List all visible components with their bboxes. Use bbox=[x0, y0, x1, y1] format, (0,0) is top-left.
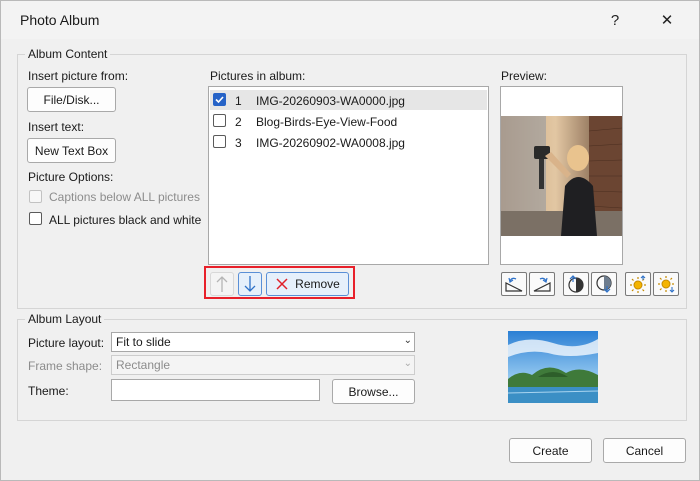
black-white-label: ALL pictures black and white bbox=[49, 213, 202, 227]
chevron-down-icon: ⌄ bbox=[403, 335, 412, 346]
brightness-down-icon bbox=[658, 276, 675, 293]
title-bar: Photo Album ? ✕ bbox=[1, 1, 699, 39]
remove-button-label: Remove bbox=[295, 277, 340, 291]
new-text-box-button-label: New Text Box bbox=[34, 143, 109, 158]
brightness-up-icon bbox=[630, 275, 646, 293]
increase-brightness-button[interactable] bbox=[625, 272, 651, 296]
move-up-button[interactable] bbox=[210, 272, 234, 296]
browse-button[interactable]: Browse... bbox=[332, 379, 415, 404]
file-disk-button-label: File/Disk... bbox=[43, 92, 100, 107]
browse-button-label: Browse... bbox=[348, 384, 399, 399]
cancel-button[interactable]: Cancel bbox=[603, 438, 686, 463]
rotate-left-icon bbox=[505, 277, 523, 292]
picture-checkbox-2[interactable] bbox=[213, 114, 226, 127]
picture-number: 2 bbox=[235, 115, 242, 129]
frame-shape-dropdown[interactable]: Rectangle ⌄ bbox=[111, 355, 415, 375]
decrease-brightness-button[interactable] bbox=[653, 272, 679, 296]
black-white-checkbox[interactable] bbox=[29, 212, 42, 225]
checkmark-icon bbox=[215, 96, 224, 104]
album-layout-legend: Album Layout bbox=[25, 312, 105, 326]
layout-thumbnail bbox=[508, 331, 598, 403]
new-text-box-button[interactable]: New Text Box bbox=[27, 138, 116, 163]
picture-layout-label: Picture layout: bbox=[28, 336, 105, 350]
create-button-label: Create bbox=[532, 443, 569, 458]
decrease-contrast-button[interactable] bbox=[591, 272, 617, 296]
picture-name: Blog-Birds-Eye-View-Food bbox=[256, 115, 398, 129]
pictures-in-album-label: Pictures in album: bbox=[210, 69, 306, 83]
picture-layout-dropdown[interactable]: Fit to slide ⌄ bbox=[111, 332, 415, 352]
picture-number: 1 bbox=[235, 94, 242, 108]
list-item[interactable]: 3 IMG-20260902-WA0008.jpg bbox=[210, 132, 487, 152]
picture-number: 3 bbox=[235, 136, 242, 150]
create-button[interactable]: Create bbox=[509, 438, 592, 463]
rotate-right-button[interactable] bbox=[529, 272, 555, 296]
picture-options-label: Picture Options: bbox=[28, 170, 114, 184]
move-down-button[interactable] bbox=[238, 272, 262, 296]
remove-button[interactable]: Remove bbox=[266, 272, 349, 296]
close-icon: ✕ bbox=[660, 12, 674, 29]
list-item[interactable]: 2 Blog-Birds-Eye-View-Food bbox=[210, 111, 487, 131]
contrast-down-icon bbox=[596, 275, 612, 293]
picture-checkbox-3[interactable] bbox=[213, 135, 226, 148]
arrow-down-icon bbox=[244, 276, 256, 292]
theme-input[interactable] bbox=[111, 379, 320, 401]
help-icon: ? bbox=[610, 11, 620, 29]
picture-name: IMG-20260902-WA0008.jpg bbox=[256, 136, 405, 150]
preview-pane bbox=[500, 86, 623, 265]
contrast-up-icon bbox=[568, 275, 584, 293]
picture-checkbox-1[interactable] bbox=[213, 93, 226, 106]
frame-shape-value: Rectangle bbox=[116, 358, 171, 372]
arrow-up-icon bbox=[216, 276, 228, 292]
theme-label: Theme: bbox=[28, 384, 69, 398]
rotate-right-icon bbox=[533, 277, 551, 292]
window-title: Photo Album bbox=[20, 12, 100, 28]
close-button[interactable]: ✕ bbox=[644, 1, 690, 39]
increase-contrast-button[interactable] bbox=[563, 272, 589, 296]
frame-shape-label: Frame shape: bbox=[28, 359, 103, 373]
captions-label: Captions below ALL pictures bbox=[49, 190, 200, 204]
insert-picture-label: Insert picture from: bbox=[28, 69, 129, 83]
preview-label: Preview: bbox=[501, 69, 548, 83]
photo-album-dialog: Photo Album ? ✕ Album Content Insert pic… bbox=[0, 0, 700, 481]
remove-x-icon bbox=[276, 278, 288, 290]
help-button[interactable]: ? bbox=[592, 1, 638, 39]
album-content-legend: Album Content bbox=[25, 47, 111, 61]
preview-photo bbox=[501, 116, 622, 236]
chevron-down-icon: ⌄ bbox=[403, 358, 412, 369]
picture-name: IMG-20260903-WA0000.jpg bbox=[256, 94, 405, 108]
pictures-list[interactable]: 1 IMG-20260903-WA0000.jpg 2 Blog-Birds-E… bbox=[208, 86, 489, 265]
picture-layout-value: Fit to slide bbox=[116, 335, 171, 349]
list-item[interactable]: 1 IMG-20260903-WA0000.jpg bbox=[210, 90, 487, 110]
cancel-button-label: Cancel bbox=[625, 443, 664, 458]
rotate-left-button[interactable] bbox=[501, 272, 527, 296]
captions-checkbox[interactable] bbox=[29, 190, 42, 203]
insert-text-label: Insert text: bbox=[28, 120, 85, 134]
file-disk-button[interactable]: File/Disk... bbox=[27, 87, 116, 112]
